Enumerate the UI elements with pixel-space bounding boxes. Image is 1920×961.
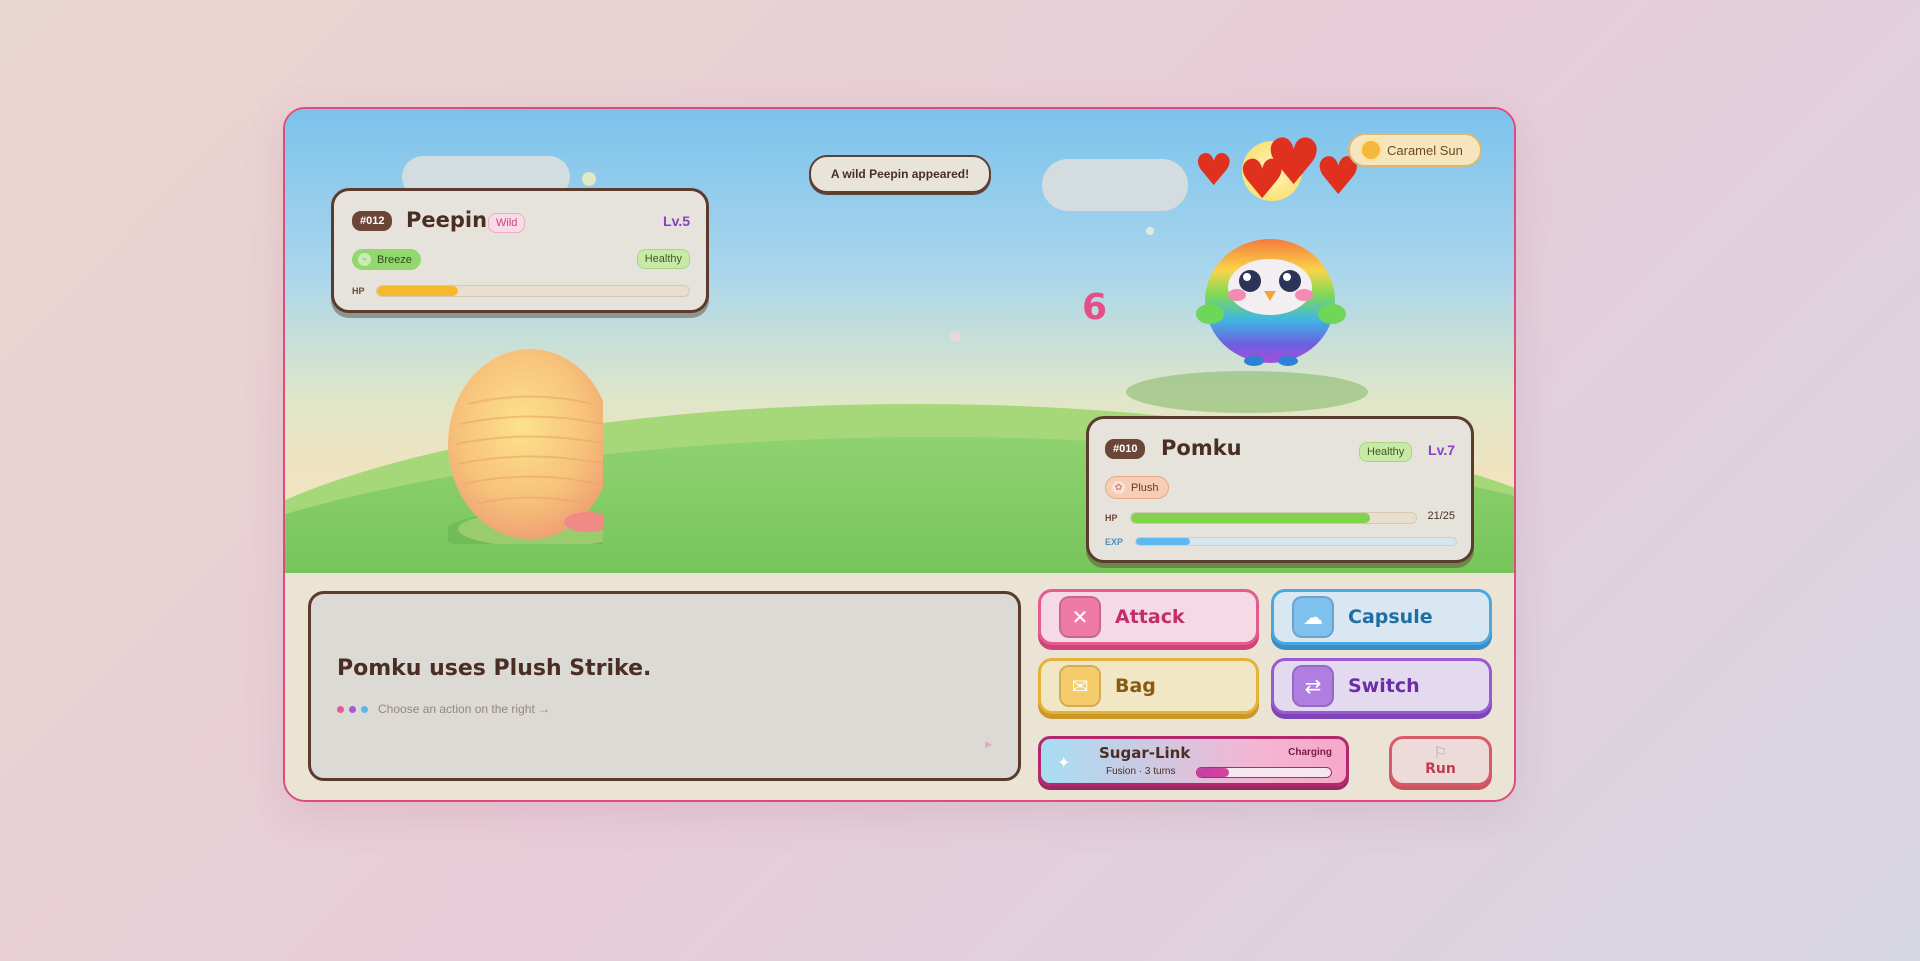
enemy-number-badge: #012 [352,211,393,231]
sugar-link-charge-bar [1196,767,1332,778]
dot [349,706,356,713]
weather-badge[interactable]: Caramel Sun [1348,133,1482,167]
enemy-creature [448,349,603,544]
message-box[interactable]: Pomku uses Plush Strike. Choose an actio… [308,591,1021,781]
attack-button[interactable]: ✕ Attack [1038,589,1259,645]
sparkle [950,331,961,342]
player-exp-fill [1136,538,1191,545]
sugar-link-title: Sugar-Link [1099,744,1191,762]
enemy-type-badge: ~ Breeze [352,249,421,270]
sugar-link-status: Charging [1288,747,1332,758]
run-button[interactable]: ⚐ Run [1389,736,1492,786]
sun-icon [1362,141,1380,159]
wand-icon: ✦ [1057,753,1071,772]
player-type-badge: ✿ Plush [1105,476,1169,499]
cloud [1042,159,1188,211]
heart-icon: ♥ [1194,145,1234,196]
crossed-swords-icon: ✕ [1059,596,1101,638]
enemy-hp-bar [376,285,690,297]
player-exp-label: EXP [1105,537,1124,547]
bag-button[interactable]: ✉ Bag [1038,658,1259,714]
sugar-link-subtitle: Fusion · 3 turns [1106,766,1176,777]
battle-message: Pomku uses Plush Strike. [337,656,652,681]
swap-icon: ⇄ [1292,665,1334,707]
capsule-button[interactable]: ☁ Capsule [1271,589,1492,645]
message-dots [337,706,368,713]
enemy-name: Peepin [406,208,488,232]
command-panel: Pomku uses Plush Strike. Choose an actio… [285,573,1514,800]
player-condition-badge: Healthy [1359,442,1413,462]
player-status-card: #010 Pomku Healthy Lv.7 ✿ Plush HP 21/25… [1086,416,1474,563]
player-exp-bar [1135,537,1457,546]
battle-toast: A wild Peepin appeared! [809,155,991,193]
player-level: Lv.7 [1428,442,1455,458]
weather-label: Caramel Sun [1387,142,1463,158]
player-hp-fill [1131,513,1371,523]
player-shadow [1126,371,1368,413]
run-label: Run [1425,761,1456,777]
battle-window: ♥ ♥ ♥ ♥ A wild Peepin appeared! Caramel … [283,107,1516,802]
bag-icon: ✉ [1059,665,1101,707]
dot [337,706,344,713]
sparkle [582,172,596,186]
flag-icon: ⚐ [1433,743,1448,762]
switch-button[interactable]: ⇄ Switch [1271,658,1492,714]
enemy-hp-label: HP [352,286,365,296]
enemy-status-card: #012 Peepin Wild Lv.5 ~ Breeze Healthy H… [331,188,709,313]
enemy-wild-tag: Wild [488,213,526,233]
dot [361,706,368,713]
heart-icon: ♥ [1265,126,1323,200]
player-hp-text: 21/25 [1427,510,1455,522]
sugar-link-charge-fill [1197,768,1230,777]
player-name: Pomku [1161,436,1242,460]
message-hint: Choose an action on the right → [378,702,551,716]
wind-icon: ~ [358,253,371,266]
player-hp-bar [1130,512,1417,524]
player-hp-label: HP [1105,513,1118,523]
next-arrow-icon[interactable]: ▶ [985,740,992,750]
enemy-condition-badge: Healthy [636,249,690,269]
enemy-hp-fill [377,286,459,296]
player-creature [1196,239,1346,366]
damage-number: 6 [1082,287,1108,328]
cloud-icon: ☁ [1292,596,1334,638]
sparkle [1146,227,1154,235]
plush-icon: ✿ [1112,481,1125,494]
player-number-badge: #010 [1105,439,1146,459]
sugar-link-button[interactable]: ✦ Sugar-Link Fusion · 3 turns Charging [1038,736,1349,786]
battle-scene: ♥ ♥ ♥ ♥ A wild Peepin appeared! Caramel … [285,109,1514,800]
enemy-level: Lv.5 [663,213,690,229]
